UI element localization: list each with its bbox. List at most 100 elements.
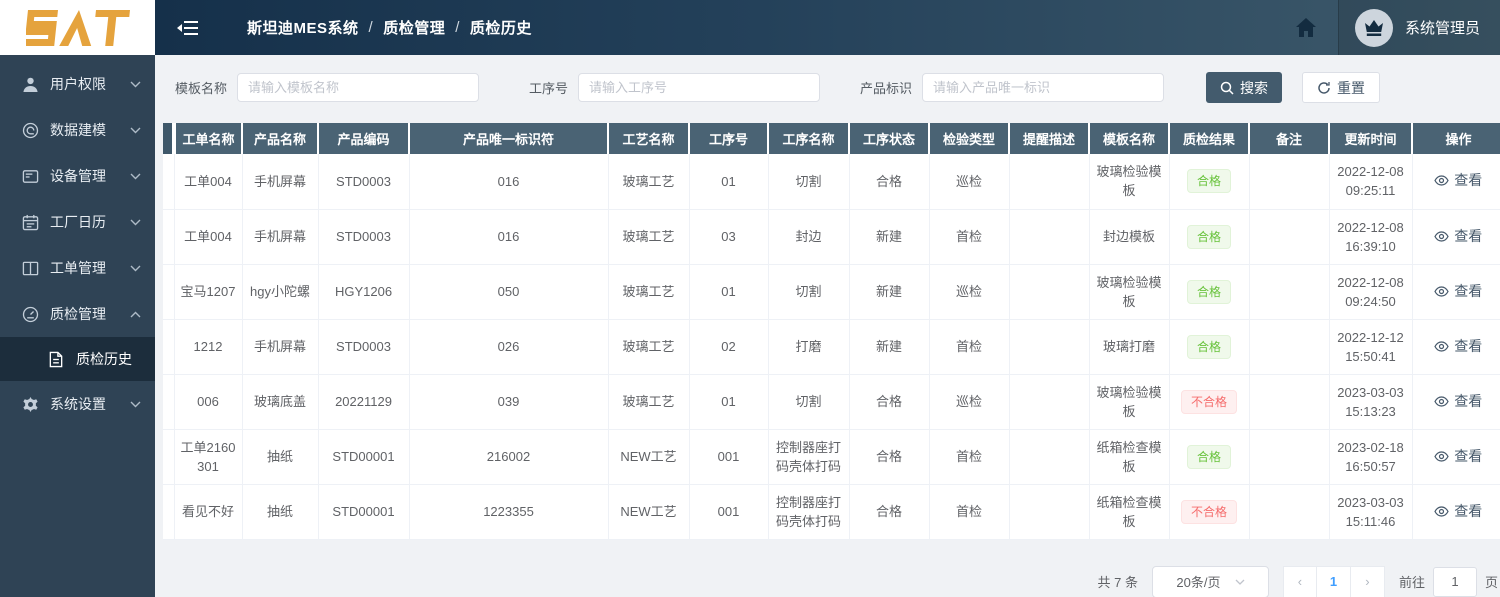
cell-updated-at: 2022-12-08 09:25:11 [1329, 154, 1413, 210]
user-menu[interactable]: 系统管理员 [1337, 0, 1500, 55]
column-header: 产品名称 [242, 123, 319, 154]
view-button[interactable]: 查看 [1434, 502, 1482, 521]
cell-product-uid: 1223355 [409, 484, 609, 540]
breadcrumb-section[interactable]: 质检管理 [383, 17, 445, 38]
template-name-input[interactable] [237, 73, 480, 102]
cell-updated-at: 2022-12-12 15:50:41 [1329, 319, 1413, 375]
cell-product-uid: 216002 [409, 429, 609, 485]
app-logo[interactable] [0, 0, 155, 55]
work-order-icon [20, 260, 40, 277]
step-no-input[interactable] [578, 73, 821, 102]
home-icon[interactable] [1295, 18, 1316, 37]
sidebar-item-device-mgmt[interactable]: 设备管理 [0, 153, 155, 199]
goto-label: 前往 [1398, 575, 1425, 590]
cell-step-status: 合格 [849, 429, 930, 485]
cell-product-uid: 026 [409, 319, 609, 375]
cell-remind-desc [1009, 264, 1090, 320]
cell-remind-desc [1009, 429, 1090, 485]
cell-action: 查看 [1412, 374, 1500, 430]
cell-result: 合格 [1169, 154, 1250, 210]
breadcrumb-separator: / [455, 19, 460, 36]
prev-page-button[interactable]: ‹ [1282, 565, 1317, 597]
cell-work-order: 工单2160301 [174, 429, 243, 485]
cell-updated-at: 2022-12-08 16:39:10 [1329, 209, 1413, 265]
sidebar-item-user-rights[interactable]: 用户权限 [0, 61, 155, 107]
view-button[interactable]: 查看 [1434, 337, 1482, 356]
table-row: 工单004 手机屏幕 STD0003 016 玻璃工艺 01 切割 合格 巡检 玻璃检验模板 合格 2… [163, 154, 1500, 210]
sidebar-item-label: 设备管理 [50, 168, 106, 184]
sidebar-item-quality-history[interactable]: 质检历史 [0, 337, 155, 381]
cell-inspect-type: 巡检 [929, 264, 1010, 320]
search-icon [1220, 81, 1234, 95]
view-button[interactable]: 查看 [1434, 227, 1482, 246]
cell-template-name: 玻璃检验模板 [1089, 374, 1170, 430]
cell-step-no: 001 [689, 429, 769, 485]
sidebar-item-label: 数据建模 [50, 122, 106, 138]
cell-product-name: 手机屏幕 [242, 209, 319, 265]
sidebar-item-data-modeling[interactable]: 数据建模 [0, 107, 155, 153]
crown-icon [1364, 19, 1383, 36]
cell-step-no: 01 [689, 374, 769, 430]
cell-work-order: 看见不好 [174, 484, 243, 540]
sidebar-item-work-order-mgmt[interactable]: 工单管理 [0, 245, 155, 291]
breadcrumb-page[interactable]: 质检历史 [470, 17, 532, 38]
user-name: 系统管理员 [1404, 20, 1480, 37]
collapse-menu-icon[interactable] [177, 19, 199, 37]
cell-inspect-type: 首检 [929, 209, 1010, 265]
cell-inspect-type: 巡检 [929, 374, 1010, 430]
cell-step-status: 新建 [849, 319, 930, 375]
quality-gauge-icon [20, 306, 40, 323]
refresh-icon [1318, 81, 1330, 94]
sidebar-item-quality-mgmt[interactable]: 质检管理 [0, 291, 155, 337]
table-row: 宝马1207 hgy小陀螺 HGY1206 050 玻璃工艺 01 切割 新建 巡检 玻璃检验模板… [163, 264, 1500, 320]
eye-icon [1434, 285, 1449, 297]
next-page-button[interactable]: › [1350, 565, 1385, 597]
view-button[interactable]: 查看 [1434, 171, 1482, 190]
column-header: 工序状态 [849, 123, 930, 154]
cell-inspect-type: 首检 [929, 319, 1010, 375]
cell-product-code: STD00001 [318, 484, 410, 540]
chevron-down-icon [130, 173, 141, 180]
chevron-down-icon [130, 127, 141, 134]
sat-logo-icon [25, 9, 130, 46]
total-count: 共 7 条 [1097, 575, 1138, 590]
cell-inspect-type: 首检 [929, 484, 1010, 540]
current-page[interactable]: 1 [1316, 565, 1351, 597]
goto-page-input[interactable] [1432, 566, 1477, 597]
table-row: 看见不好 抽纸 STD00001 1223355 NEW工艺 001 控制器座打码壳体打码合… [163, 484, 1500, 540]
view-button[interactable]: 查看 [1434, 282, 1482, 301]
user-icon [20, 76, 40, 93]
sidebar-item-label: 系统设置 [50, 396, 106, 412]
row-lead-spacer [163, 209, 175, 265]
sidebar-item-system-settings[interactable]: 系统设置 [0, 381, 155, 427]
search-button[interactable]: 搜索 [1206, 72, 1283, 103]
breadcrumb-root[interactable]: 斯坦迪MES系统 [247, 17, 359, 38]
cell-action: 查看 [1412, 264, 1500, 320]
product-uid-input[interactable] [922, 73, 1165, 102]
breadcrumb: 斯坦迪MES系统 / 质检管理 / 质检历史 [247, 17, 532, 38]
cell-inspect-type: 巡检 [929, 154, 1010, 210]
cell-template-name: 玻璃打磨 [1089, 319, 1170, 375]
cell-action: 查看 [1412, 429, 1500, 485]
row-lead-spacer [163, 374, 175, 430]
view-button[interactable]: 查看 [1434, 392, 1482, 411]
cell-step-status: 合格 [849, 154, 930, 210]
table-row: 工单004 手机屏幕 STD0003 016 玻璃工艺 03 封边 新建 首检 封边模板 合格 202… [163, 209, 1500, 265]
sidebar-item-label: 工厂日历 [50, 214, 106, 230]
reset-button[interactable]: 重置 [1302, 72, 1381, 103]
sidebar-item-factory-calendar[interactable]: 工厂日历 [0, 199, 155, 245]
cell-product-code: STD0003 [318, 319, 410, 375]
table-row: 工单2160301 抽纸 STD00001 216002 NEW工艺 001 控制器座打码壳… [163, 429, 1500, 485]
qc-result-badge: 不合格 [1180, 389, 1237, 414]
page-size-select[interactable]: 20条/页 [1151, 565, 1269, 597]
main-content: 模板名称 工序号 产品标识 搜索 重置 [155, 55, 1500, 597]
cell-result: 合格 [1169, 209, 1250, 265]
chevron-down-icon [130, 219, 141, 226]
qc-result-badge: 合格 [1186, 224, 1231, 249]
gear-icon [20, 396, 40, 413]
row-lead-spacer [163, 429, 175, 485]
view-button[interactable]: 查看 [1434, 447, 1482, 466]
eye-icon [1434, 230, 1449, 242]
cell-updated-at: 2023-02-18 16:50:57 [1329, 429, 1413, 485]
top-header: 斯坦迪MES系统 / 质检管理 / 质检历史 系统管理员 [0, 0, 1500, 55]
